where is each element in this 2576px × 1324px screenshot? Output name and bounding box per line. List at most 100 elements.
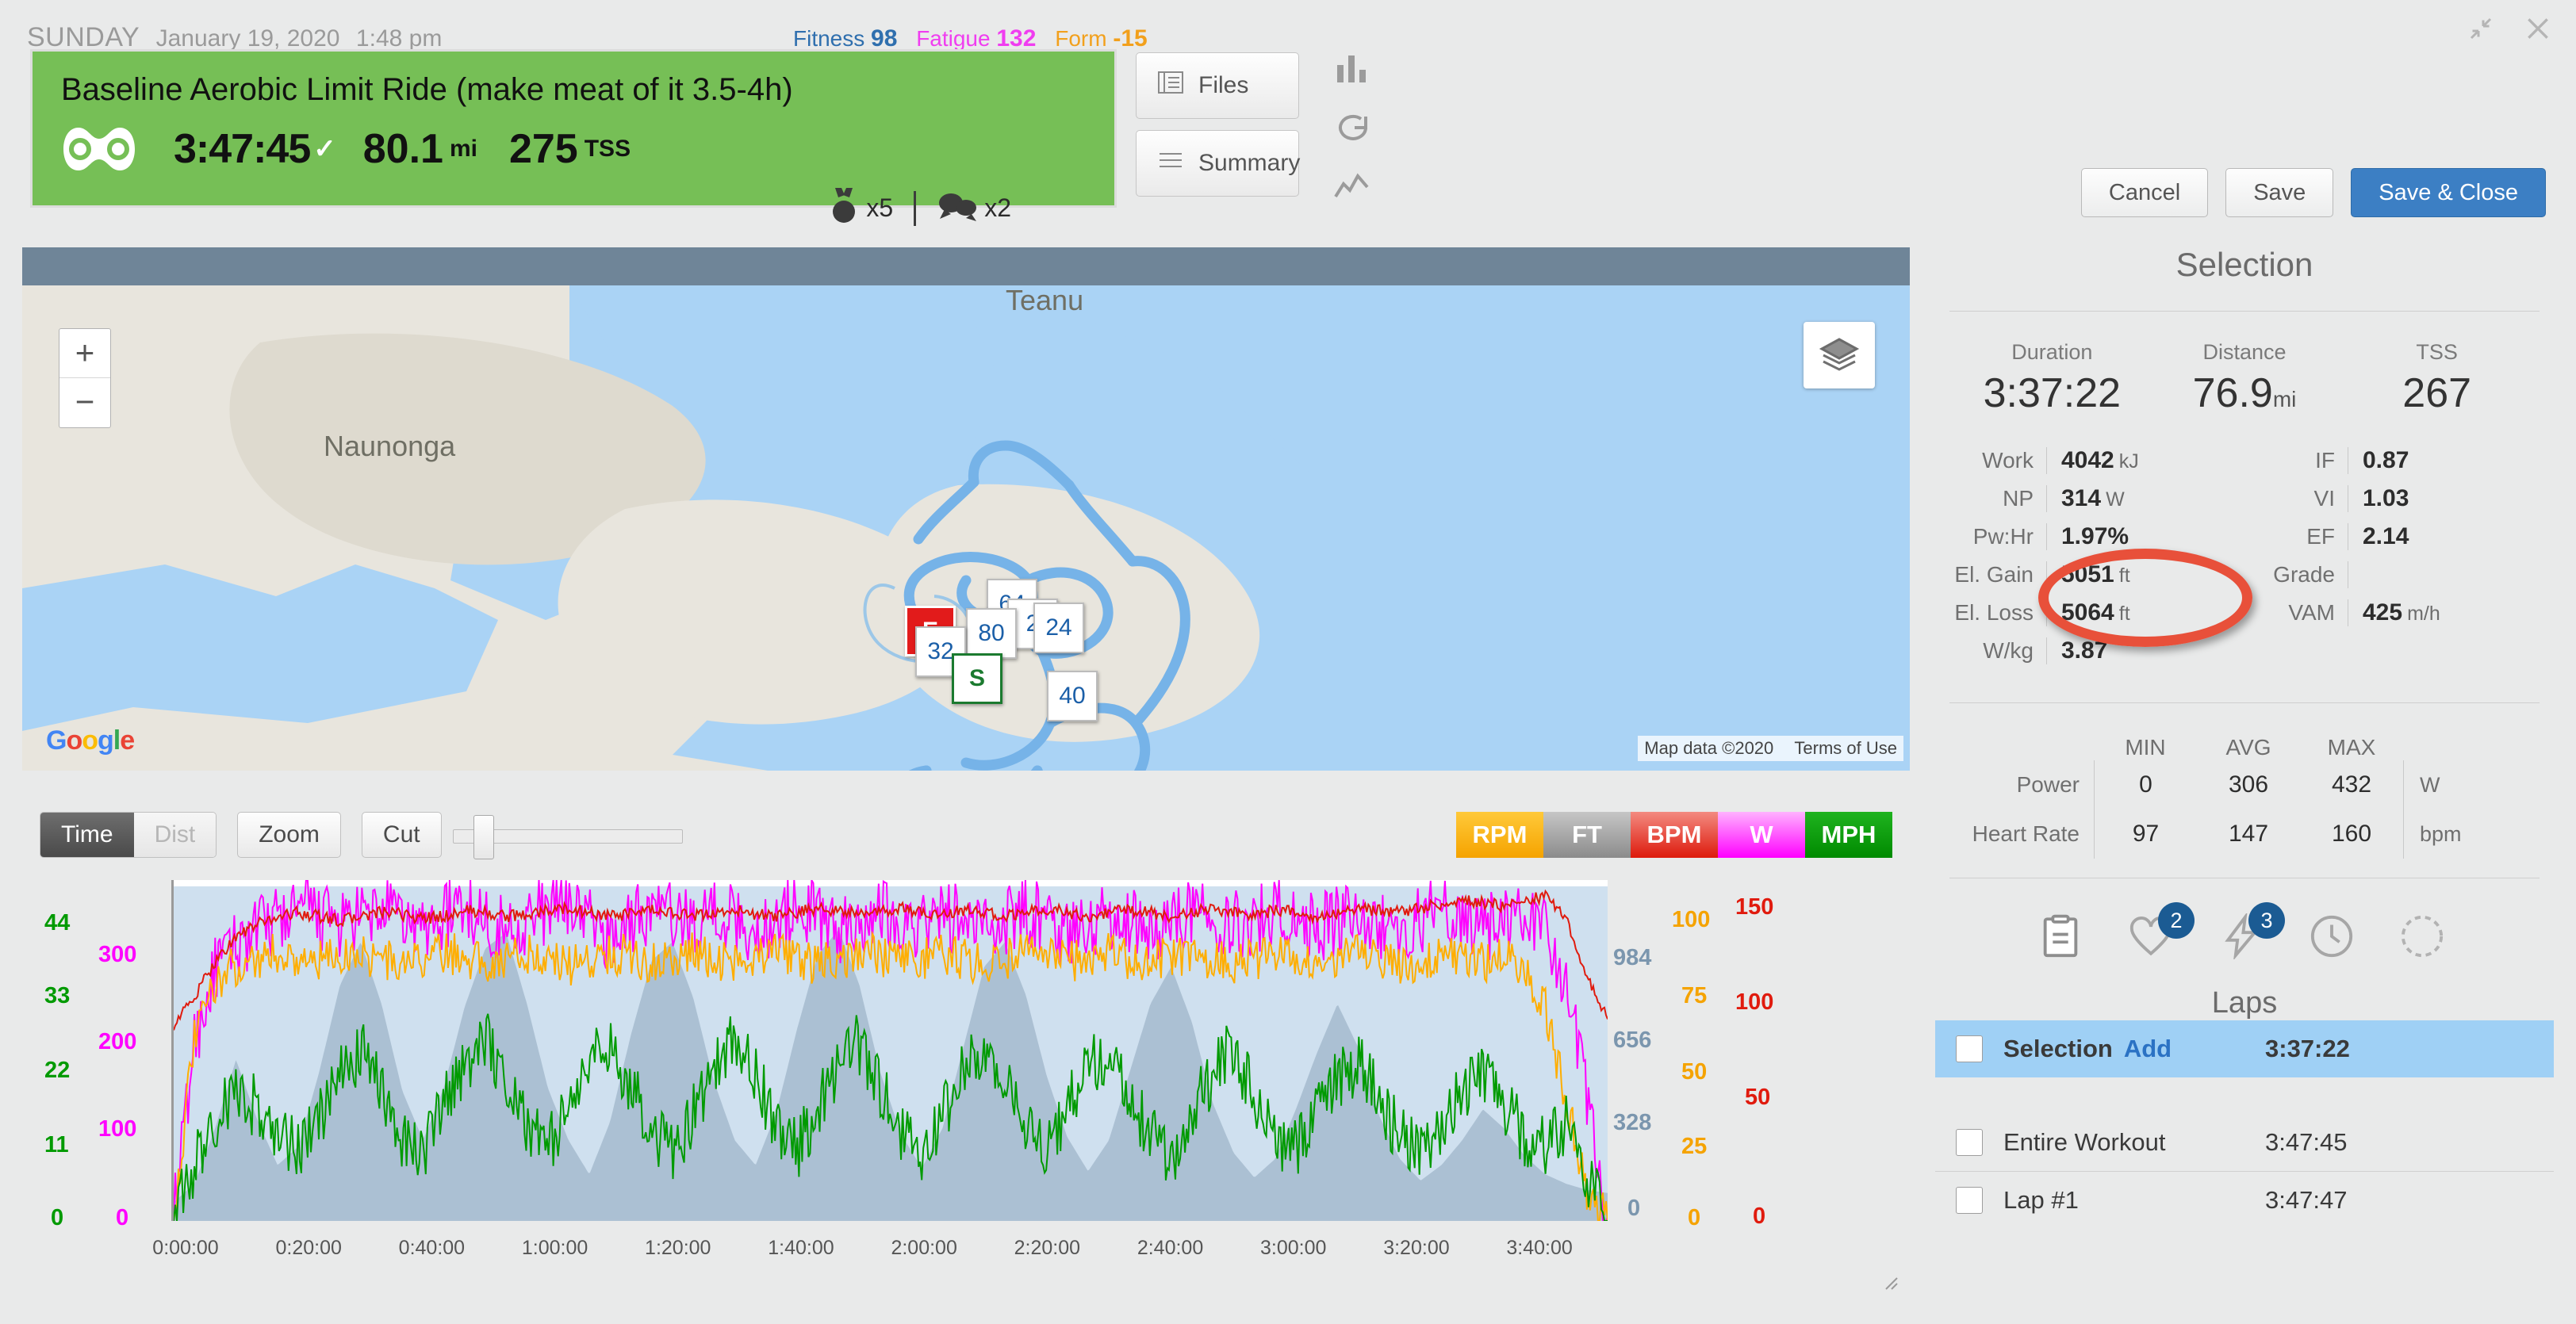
chart-plot-area[interactable] — [171, 880, 1605, 1221]
close-icon[interactable] — [2522, 13, 2554, 44]
map-marker-mile[interactable]: 40 — [1047, 671, 1098, 721]
heart-icon[interactable]: 2 — [2128, 913, 2180, 966]
table-row: Heart Rate 97 147 160 bpm — [1943, 809, 2546, 859]
chart-x-axis: 0:00:000:20:000:40:001:00:001:20:001:40:… — [171, 1237, 1605, 1269]
workout-key-stats: 3:47:45 ✓ 80.1 mi 275 TSS — [61, 124, 631, 174]
cancel-button[interactable]: Cancel — [2081, 168, 2208, 217]
chart-zoom-slider[interactable] — [453, 812, 683, 858]
workout-distance: 80.1 — [363, 125, 443, 173]
axis-tick-rpm: 50 — [1681, 1059, 1707, 1085]
lap-name: SelectionAdd — [2003, 1035, 2265, 1063]
line-chart-icon[interactable] — [1332, 168, 1370, 210]
dashed-circle-icon[interactable] — [2399, 913, 2451, 966]
selection-big-stats: Duration 3:37:22 Distance 76.9mi TSS 267 — [1935, 312, 2554, 417]
lap-checkbox[interactable] — [1956, 1129, 1983, 1156]
dist-axis-button[interactable]: Dist — [134, 813, 217, 857]
legend-w-button[interactable]: W — [1718, 812, 1805, 858]
legend-rpm-button[interactable]: RPM — [1456, 812, 1543, 858]
save-button[interactable]: Save — [2225, 168, 2333, 217]
bar-chart-icon[interactable] — [1332, 49, 1370, 91]
completed-check-icon: ✓ — [313, 133, 336, 165]
selection-metrics: Work4042kJ NP314W Pw:Hr1.97% El. Gain505… — [1935, 447, 2554, 675]
time-axis-button[interactable]: Time — [40, 813, 134, 857]
day-of-week: SUNDAY — [27, 22, 140, 52]
lap-add-link[interactable]: Add — [2124, 1035, 2172, 1062]
axis-tick-elevation: 984 — [1613, 945, 1651, 971]
table-row: Power 0 306 432 W — [1943, 760, 2546, 809]
legend-ft-button[interactable]: FT — [1543, 812, 1631, 858]
lap-checkbox[interactable] — [1956, 1187, 1983, 1214]
axis-tick-rpm: 25 — [1681, 1134, 1707, 1160]
min-avg-max-table: MIN AVG MAX Power 0 306 432 W Heart Rate… — [1935, 735, 2554, 859]
x-axis-tick: 3:20:00 — [1383, 1237, 1449, 1260]
lap-name: Entire Workout — [2003, 1128, 2265, 1157]
stat-tss-value: 267 — [2340, 369, 2533, 417]
axis-tick-rpm: 0 — [1688, 1205, 1700, 1231]
map-data-text: Map data ©2020 — [1644, 738, 1773, 758]
medal-count: x5 — [866, 193, 893, 223]
medal-badge-group[interactable]: x5 — [828, 188, 893, 228]
clock-icon[interactable] — [2309, 913, 2361, 966]
map-marker-mile[interactable]: 24 — [1033, 603, 1084, 653]
fitness-value: 98 — [871, 25, 897, 52]
resize-grip-icon[interactable] — [1878, 1270, 1899, 1291]
axis-mode-toggle[interactable]: Time Dist — [40, 812, 217, 858]
lap-row-entire-workout[interactable]: Entire Workout 3:47:45 — [1935, 1114, 2554, 1171]
form-value: -15 — [1113, 25, 1147, 52]
axis-tick-watts: 200 — [98, 1029, 136, 1055]
detail-icon-row: 2 3 — [1935, 913, 2554, 966]
map-marker-mile[interactable]: 80 — [966, 608, 1017, 659]
col-min: MIN — [2094, 735, 2197, 760]
axis-tick-watts: 100 — [98, 1116, 136, 1142]
cut-button[interactable]: Cut — [362, 812, 442, 858]
zoom-out-button[interactable]: − — [59, 378, 110, 427]
metric-row: Work4042kJ — [1943, 447, 2244, 485]
axis-tick-rpm: 100 — [1672, 907, 1710, 933]
comment-badge-group[interactable]: x2 — [937, 190, 1011, 226]
slider-thumb[interactable] — [473, 815, 494, 859]
fatigue-label: Fatigue — [916, 26, 990, 51]
comment-count: x2 — [984, 193, 1011, 223]
lap-row-lap1[interactable]: Lap #1 3:47:47 — [1935, 1172, 2554, 1229]
axis-tick-mph: 44 — [44, 910, 70, 936]
axis-tick-mph: 22 — [44, 1058, 70, 1084]
lightning-badge-count: 3 — [2248, 902, 2285, 939]
chart-left-axes: 44 33 22 11 0 300 200 100 0 — [22, 872, 165, 1229]
cycling-icon — [61, 124, 137, 174]
map-layers-button[interactable] — [1804, 322, 1875, 388]
route-map[interactable]: Teanu Naunonga + − 64 2 24 80 E 32 S 40 … — [22, 247, 1910, 771]
terms-of-use-link[interactable]: Terms of Use — [1794, 738, 1897, 758]
zoom-in-button[interactable]: + — [59, 329, 110, 378]
clipboard-icon[interactable] — [2037, 913, 2090, 966]
map-marker-start[interactable]: S — [952, 653, 1002, 704]
lap-time: 3:47:45 — [2265, 1128, 2347, 1157]
speech-bubble-icon[interactable] — [1332, 109, 1370, 151]
minimize-icon[interactable] — [2467, 14, 2495, 43]
x-axis-tick: 1:20:00 — [645, 1237, 711, 1260]
lap-checkbox[interactable] — [1956, 1035, 1983, 1062]
metric-row: EF2.14 — [2244, 523, 2546, 561]
axis-tick-watts: 300 — [98, 942, 136, 968]
col-avg: AVG — [2197, 735, 2300, 760]
axis-tick-elevation: 328 — [1613, 1110, 1651, 1136]
map-zoom-controls[interactable]: + − — [59, 328, 111, 428]
stat-distance-label: Distance — [2149, 340, 2341, 365]
x-axis-tick: 1:40:00 — [768, 1237, 834, 1260]
comment-icon — [937, 190, 978, 226]
lap-row-selection[interactable]: SelectionAdd 3:37:22 — [1935, 1020, 2554, 1077]
workout-summary-card[interactable]: Baseline Aerobic Limit Ride (make meat o… — [30, 49, 1117, 208]
axis-tick-elevation: 656 — [1613, 1027, 1651, 1054]
workout-distance-unit: mi — [450, 136, 477, 163]
files-button[interactable]: Files — [1136, 52, 1299, 119]
action-buttons: Cancel Save Save & Close — [2081, 168, 2546, 217]
zoom-button[interactable]: Zoom — [237, 812, 341, 858]
lightning-icon[interactable]: 3 — [2218, 913, 2271, 966]
file-summary-buttons: Files Summary — [1136, 52, 1299, 208]
ef-highlight-annotation — [2038, 549, 2252, 647]
selection-panel-title: Selection — [1935, 235, 2554, 284]
legend-bpm-button[interactable]: BPM — [1631, 812, 1718, 858]
summary-button[interactable]: Summary — [1136, 130, 1299, 197]
save-and-close-button[interactable]: Save & Close — [2351, 168, 2546, 217]
legend-mph-button[interactable]: MPH — [1805, 812, 1892, 858]
map-place-label-naunonga: Naunonga — [324, 430, 455, 463]
